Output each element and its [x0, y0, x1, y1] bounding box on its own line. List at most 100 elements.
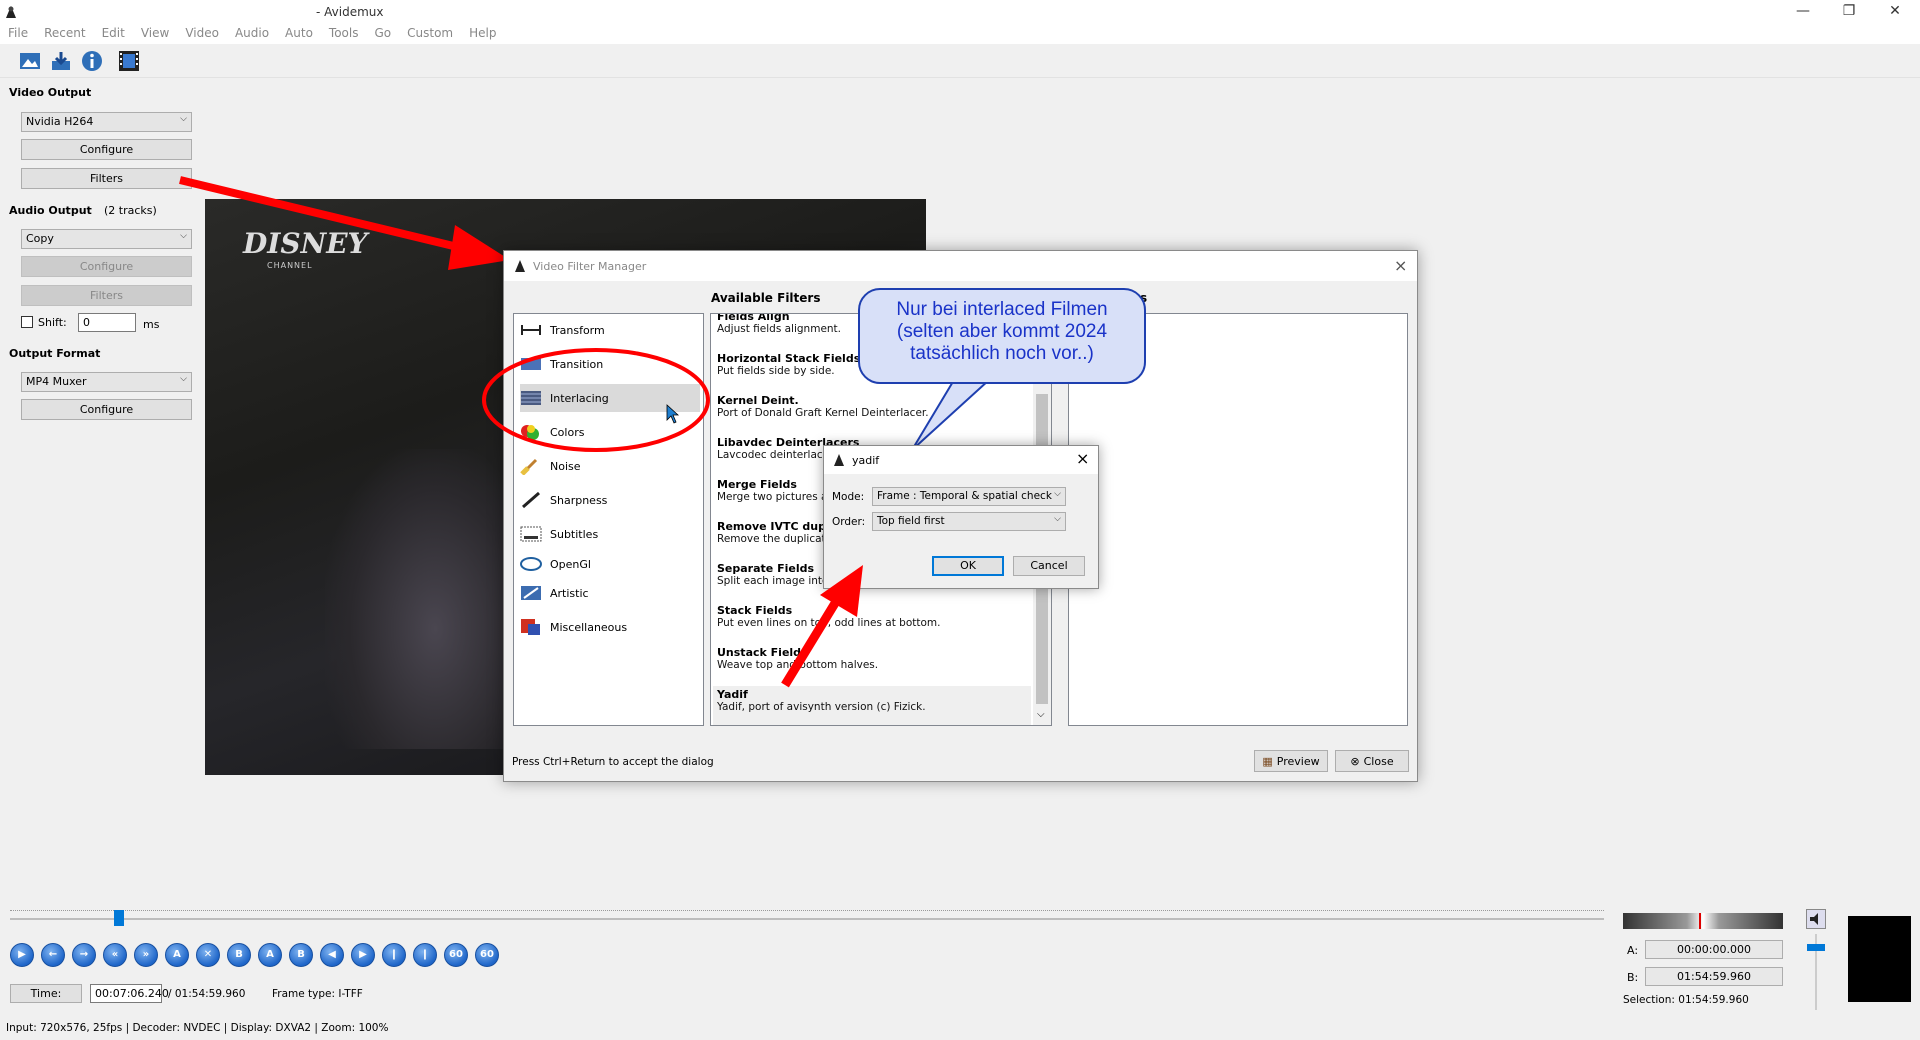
menu-edit[interactable]: Edit: [94, 24, 133, 44]
filter-desc: Yadif, port of avisynth version (c) Fizi…: [717, 701, 926, 713]
fast-forward-button[interactable]: »: [134, 943, 158, 967]
shift-checkbox[interactable]: [21, 316, 33, 328]
category-subtitles[interactable]: Subtitles: [520, 520, 598, 548]
muxer-configure-button[interactable]: Configure: [21, 399, 192, 420]
mouse-cursor-icon: [666, 404, 680, 424]
status-bar: Input: 720x576, 25fps | Decoder: NVDEC |…: [6, 1022, 389, 1034]
open-video-icon[interactable]: [18, 49, 42, 73]
filter-item[interactable]: Stack Fields Put even lines on top, odd l…: [717, 602, 1037, 644]
video-filters-button[interactable]: Filters: [21, 168, 192, 189]
order-value: Top field first: [877, 515, 945, 527]
close-button[interactable]: ⊗ Close: [1335, 750, 1409, 772]
annotation-bubble: Nur bei interlaced Filmen (selten aber k…: [858, 288, 1146, 384]
menu-help[interactable]: Help: [461, 24, 504, 44]
category-artistic[interactable]: Artistic: [520, 579, 589, 607]
audio-configure-button[interactable]: Configure: [21, 256, 192, 277]
save-video-icon[interactable]: [49, 49, 73, 73]
category-transform[interactable]: Transform: [520, 316, 605, 344]
menu-bar: File Recent Edit View Video Audio Auto T…: [0, 24, 1920, 44]
transform-icon: [520, 321, 542, 339]
b-label: B:: [1627, 971, 1639, 984]
filter-name: Stack Fields: [717, 604, 793, 617]
avidemux-logo-icon: [515, 260, 525, 272]
dialog-hint: Press Ctrl+Return to accept the dialog: [512, 756, 714, 768]
prev-keyframe-button[interactable]: ◀: [320, 943, 344, 967]
muxer-select[interactable]: MP4 Muxer ⌵: [21, 372, 192, 392]
b-marker-field[interactable]: 01:54:59.960: [1645, 967, 1783, 986]
red-arrow-annotation: [179, 176, 510, 270]
next-button[interactable]: →: [72, 943, 96, 967]
bubble-line-1: Nur bei interlaced Filmen: [896, 299, 1108, 320]
category-sharpness[interactable]: Sharpness: [520, 486, 607, 514]
category-label: Miscellaneous: [550, 620, 628, 634]
video-configure-button[interactable]: Configure: [21, 139, 192, 160]
play-button[interactable]: ▶: [10, 943, 34, 967]
a-marker-field[interactable]: 00:00:00.000: [1645, 940, 1783, 959]
set-a-button[interactable]: A: [165, 943, 189, 967]
close-icon[interactable]: ×: [1394, 256, 1407, 275]
clear-button[interactable]: ✕: [196, 943, 220, 967]
info-icon[interactable]: [80, 49, 104, 73]
goto-a-button[interactable]: A: [258, 943, 282, 967]
category-noise[interactable]: Noise: [520, 452, 581, 480]
chevron-down-icon: ⌵: [180, 114, 187, 124]
minimize-button[interactable]: —: [1780, 0, 1826, 24]
category-label: Sharpness: [550, 493, 608, 507]
menu-custom[interactable]: Custom: [399, 24, 461, 44]
order-select[interactable]: Top field first ⌵: [872, 512, 1066, 531]
menu-audio[interactable]: Audio: [227, 24, 277, 44]
filter-desc: Weave top and bottom halves.: [717, 659, 879, 671]
close-icon[interactable]: ×: [1076, 449, 1089, 468]
scroll-down-icon[interactable]: ⌵: [1037, 709, 1045, 720]
chevron-down-icon: ⌵: [1054, 489, 1061, 499]
menu-tools[interactable]: Tools: [321, 24, 367, 44]
chevron-down-icon: ⌵: [180, 374, 187, 384]
category-label: Artistic: [550, 586, 589, 600]
filter-manager-title: Video Filter Manager: [533, 260, 647, 273]
menu-video[interactable]: Video: [177, 24, 227, 44]
back-60-button[interactable]: 60: [444, 943, 468, 967]
shift-spinbox[interactable]: 0: [78, 313, 136, 332]
menu-recent[interactable]: Recent: [36, 24, 93, 44]
goto-b-button[interactable]: B: [289, 943, 313, 967]
menu-auto[interactable]: Auto: [277, 24, 321, 44]
menu-view[interactable]: View: [133, 24, 177, 44]
category-opengl[interactable]: OpenGl: [520, 550, 591, 578]
mode-value: Frame : Temporal & spatial check: [877, 490, 1052, 502]
preview-icon: ▦: [1262, 754, 1273, 768]
current-time-field[interactable]: 00:07:06.240: [90, 984, 169, 1003]
cancel-button[interactable]: Cancel: [1013, 556, 1085, 576]
next-keyframe-button[interactable]: ▶: [351, 943, 375, 967]
red-arrow-annotation-2: [781, 565, 863, 688]
mode-select[interactable]: Frame : Temporal & spatial check ⌵: [872, 487, 1066, 506]
frame-type-label: Frame type: I-TFF: [272, 988, 363, 1000]
audio-filters-button[interactable]: Filters: [21, 285, 192, 306]
speaker-icon[interactable]: [1806, 909, 1826, 929]
timeline-slider[interactable]: [10, 908, 1604, 930]
video-codec-select[interactable]: Nvidia H264 ⌵: [21, 112, 192, 132]
fwd-60-button[interactable]: 60: [475, 943, 499, 967]
volume-thumb[interactable]: [1807, 944, 1825, 951]
avidemux-logo-icon: [6, 6, 16, 18]
preview-button[interactable]: ▦ Preview: [1254, 750, 1328, 772]
video-output-label: Video Output: [9, 86, 92, 99]
menu-go[interactable]: Go: [366, 24, 399, 44]
audio-codec-select[interactable]: Copy ⌵: [21, 229, 192, 249]
time-button[interactable]: Time:: [10, 984, 82, 1003]
menu-file[interactable]: File: [0, 24, 36, 44]
audio-preview-box: [1848, 916, 1911, 1002]
prev-black-button[interactable]: ❙: [382, 943, 406, 967]
ok-button[interactable]: OK: [932, 556, 1004, 576]
next-black-button[interactable]: ❙: [413, 943, 437, 967]
timeline-thumb[interactable]: [114, 910, 124, 926]
filter-item[interactable]: Unstack Fields Weave top and bottom halve…: [717, 644, 1037, 686]
set-b-button[interactable]: B: [227, 943, 251, 967]
rewind-button[interactable]: «: [103, 943, 127, 967]
category-miscellaneous[interactable]: Miscellaneous: [520, 613, 627, 641]
restore-button[interactable]: ❐: [1826, 0, 1872, 24]
prev-button[interactable]: ←: [41, 943, 65, 967]
shift-label: Shift:: [38, 316, 67, 329]
close-window-button[interactable]: ✕: [1872, 0, 1918, 24]
preview-label: Preview: [1276, 754, 1320, 768]
film-icon[interactable]: [117, 49, 141, 73]
